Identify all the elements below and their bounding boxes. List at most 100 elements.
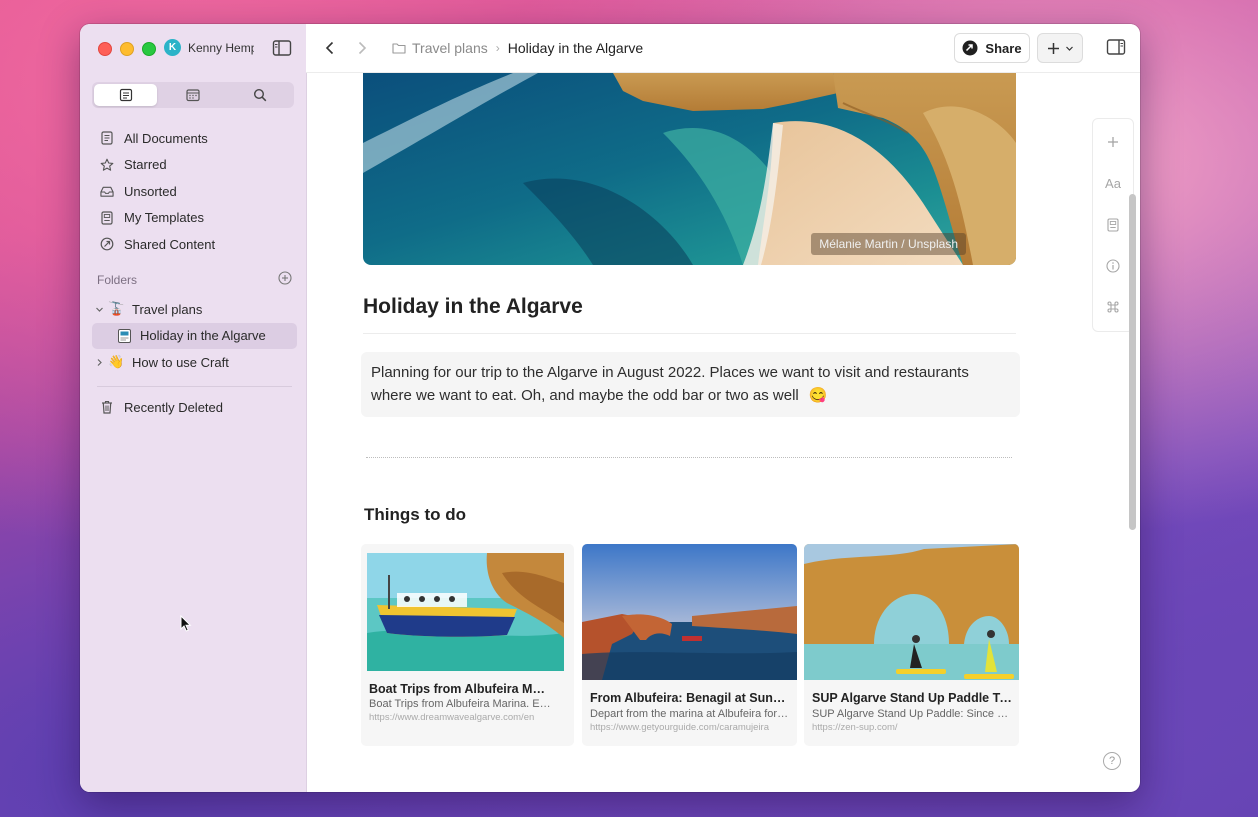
sidebar-item-recently-deleted[interactable]: Recently Deleted (92, 394, 297, 421)
breadcrumb-folder[interactable]: Travel plans (392, 40, 488, 56)
sidebar-item-label: Unsorted (124, 183, 177, 199)
avatar: K (164, 39, 181, 56)
sidebar-item-unsorted[interactable]: Unsorted (92, 178, 297, 205)
command-icon[interactable] (1093, 295, 1133, 319)
sidebar-item-label: All Documents (124, 130, 208, 146)
folders-header: Folders (97, 271, 292, 288)
breadcrumb-separator-icon: › (495, 41, 500, 55)
breadcrumb-current[interactable]: Holiday in the Algarve (508, 40, 643, 56)
chevron-right-icon[interactable] (92, 358, 106, 367)
breadcrumb-folder-label: Travel plans (412, 40, 488, 56)
card-description: SUP Algarve Stand Up Paddle: Since 2014 (812, 708, 1012, 720)
link-card[interactable]: SUP Algarve Stand Up Paddle Tours SUP Al… (804, 544, 1019, 746)
dotted-divider (366, 457, 1012, 458)
breadcrumb: Travel plans › Holiday in the Algarve (392, 40, 643, 56)
link-card[interactable]: From Albufeira: Benagil at Sunset Depart… (582, 544, 797, 746)
sidebar-item-my-templates[interactable]: My Templates (92, 205, 297, 232)
plus-icon (1047, 42, 1059, 54)
card-image (804, 544, 1019, 680)
share-button[interactable]: Share (954, 33, 1030, 63)
chevron-down-icon[interactable] (92, 305, 106, 314)
document-label: Holiday in the Algarve (140, 328, 266, 344)
card-title: Boat Trips from Albufeira Marina (369, 682, 551, 696)
sidebar-item-all-documents[interactable]: All Documents (92, 125, 297, 152)
account-switcher[interactable]: K Kenny Hemphill (164, 39, 254, 56)
sidebar-divider (97, 386, 292, 387)
header-image[interactable]: Mélanie Martin / Unsplash (363, 73, 1016, 265)
library-nav: All Documents Starred Unsorted My Templa… (92, 125, 297, 258)
documents-tab-icon (119, 88, 132, 102)
card-image (582, 544, 797, 680)
link-card[interactable]: Boat Trips from Albufeira Marina Boat Tr… (361, 544, 574, 746)
chevron-right-icon (358, 41, 367, 55)
page-style-icon[interactable] (1093, 213, 1133, 237)
document-thumbnail-icon (118, 328, 132, 343)
folder-how-to-use-craft[interactable]: 👋 How to use Craft (92, 349, 297, 376)
folder-label: How to use Craft (132, 354, 229, 370)
sidebar-toggle-icon[interactable] (272, 39, 292, 57)
minimize-window-button[interactable] (120, 42, 134, 56)
documents-tab[interactable] (94, 84, 158, 106)
doc-holiday-in-the-algarve[interactable]: Holiday in the Algarve (92, 322, 297, 349)
window-controls (98, 42, 156, 56)
folder-tree: 🚡 Travel plans Holiday in the Algarve 👋 … (92, 296, 297, 376)
card-url: https://zen-sup.com/ (812, 722, 898, 733)
sidebar-item-starred[interactable]: Starred (92, 152, 297, 179)
folders-label: Folders (97, 272, 138, 287)
card-title: SUP Algarve Stand Up Paddle Tours (812, 691, 1012, 705)
document-canvas: Mélanie Martin / Unsplash Holiday in the… (306, 73, 1140, 792)
shared-icon (100, 237, 114, 251)
text-style-label: Aa (1105, 175, 1121, 191)
document-toolbar: Travel plans › Holiday in the Algarve Sh… (306, 24, 1140, 73)
sidebar-item-label: Recently Deleted (124, 399, 223, 415)
sidebar-item-label: Starred (124, 157, 167, 173)
recently-deleted: Recently Deleted (92, 394, 297, 421)
forward-button[interactable] (352, 38, 372, 58)
sidebar-view-switcher (92, 82, 294, 108)
folder-emoji: 👋 (108, 354, 125, 370)
back-button[interactable] (320, 38, 340, 58)
section-heading[interactable]: Things to do (364, 505, 466, 525)
close-window-button[interactable] (98, 42, 112, 56)
add-block-button[interactable] (1037, 33, 1083, 63)
folder-emoji: 🚡 (108, 301, 125, 317)
text-style-button[interactable]: Aa (1093, 171, 1133, 195)
card-description: Boat Trips from Albufeira Marina. Enjoy … (369, 698, 551, 710)
link-cards: Boat Trips from Albufeira Marina Boat Tr… (361, 544, 1020, 746)
zoom-window-button[interactable] (142, 42, 156, 56)
calendar-tab[interactable] (161, 84, 224, 106)
insert-plus-icon[interactable] (1093, 130, 1133, 154)
share-label: Share (985, 40, 1022, 56)
search-tab[interactable] (229, 84, 292, 106)
chevron-down-icon (1065, 46, 1073, 51)
mouse-pointer-icon (180, 614, 192, 637)
intro-block[interactable]: Planning for our trip to the Algarve in … (361, 352, 1020, 417)
trash-icon (100, 400, 114, 414)
folder-label: Travel plans (132, 301, 203, 317)
intro-text: Planning for our trip to the Algarve in … (371, 364, 969, 404)
vertical-scrollbar[interactable] (1129, 194, 1136, 530)
sidebar: K Kenny Hemphill All Documents (80, 24, 307, 792)
user-name: Kenny Hemphill (188, 40, 254, 55)
title-divider (363, 333, 1016, 334)
card-description: Depart from the marina at Albufeira for … (590, 708, 790, 720)
sidebar-item-label: Shared Content (124, 236, 216, 252)
document-icon (100, 131, 114, 145)
folder-travel-plans[interactable]: 🚡 Travel plans (92, 296, 297, 323)
sidebar-item-shared-content[interactable]: Shared Content (92, 231, 297, 258)
card-url: https://www.dreamwavealgarve.com/en (369, 712, 535, 723)
add-folder-icon[interactable] (278, 271, 292, 288)
right-panel-toggle-icon[interactable] (1106, 38, 1126, 58)
chevron-left-icon (325, 41, 334, 55)
sidebar-item-label: My Templates (124, 210, 204, 226)
calendar-tab-icon (186, 89, 200, 102)
help-icon: ? (1108, 755, 1116, 767)
page-title[interactable]: Holiday in the Algarve (363, 295, 583, 319)
card-url: https://www.getyourguide.com/caramujeira (590, 722, 769, 733)
card-image (367, 553, 564, 671)
info-icon[interactable] (1093, 254, 1133, 278)
inbox-icon (100, 184, 114, 198)
help-button[interactable]: ? (1103, 752, 1121, 770)
folder-icon (392, 43, 406, 54)
block-tools-panel: Aa (1092, 118, 1134, 332)
